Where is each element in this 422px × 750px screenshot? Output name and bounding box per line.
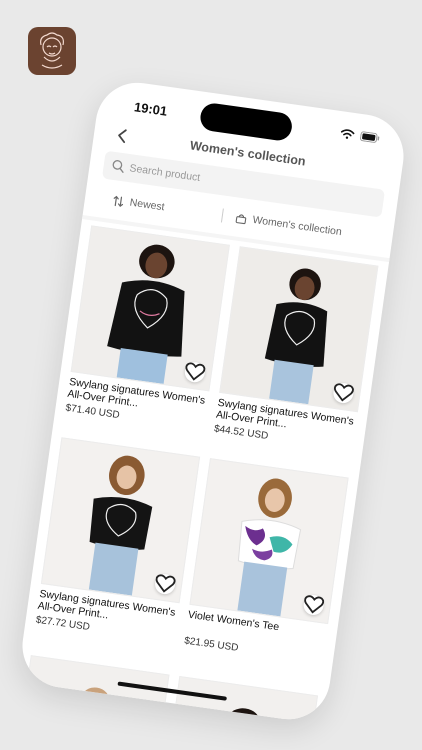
filter-divider: [220, 208, 224, 223]
product-image: [70, 225, 230, 392]
app-logo-icon: [28, 27, 76, 75]
product-card[interactable]: Swylang signatures Women's All-Over Prin…: [211, 246, 379, 469]
bag-icon: [235, 213, 247, 224]
product-card[interactable]: Violet Women's Tee $21.95 USD: [181, 458, 349, 681]
product-image: [189, 458, 349, 625]
sort-label: Newest: [128, 196, 166, 214]
status-icons: [340, 128, 381, 143]
category-button[interactable]: Women's collection: [235, 211, 343, 238]
wifi-icon: [340, 129, 355, 139]
battery-icon: [360, 131, 380, 143]
product-image: [40, 437, 201, 604]
heart-icon[interactable]: [302, 593, 325, 617]
sort-arrows-icon: [113, 195, 124, 207]
product-card[interactable]: Swylang signatures Women's All-Over Prin…: [33, 437, 201, 660]
product-card[interactable]: Swylang signatures Women's All-Over Prin…: [63, 225, 230, 448]
phone-frame: 19:01 Women's collection Search product: [17, 77, 409, 725]
search-icon: [112, 160, 124, 173]
product-card-partial[interactable]: [173, 676, 319, 725]
sort-button[interactable]: Newest: [112, 194, 165, 213]
heart-icon[interactable]: [183, 360, 207, 384]
heart-icon[interactable]: [332, 381, 355, 405]
status-time: 19:01: [133, 99, 169, 119]
product-grid: Swylang signatures Women's All-Over Prin…: [33, 225, 379, 681]
product-image: [219, 246, 379, 413]
category-label: Women's collection: [251, 213, 343, 239]
search-placeholder: Search product: [128, 162, 201, 184]
heart-icon[interactable]: [153, 572, 177, 596]
